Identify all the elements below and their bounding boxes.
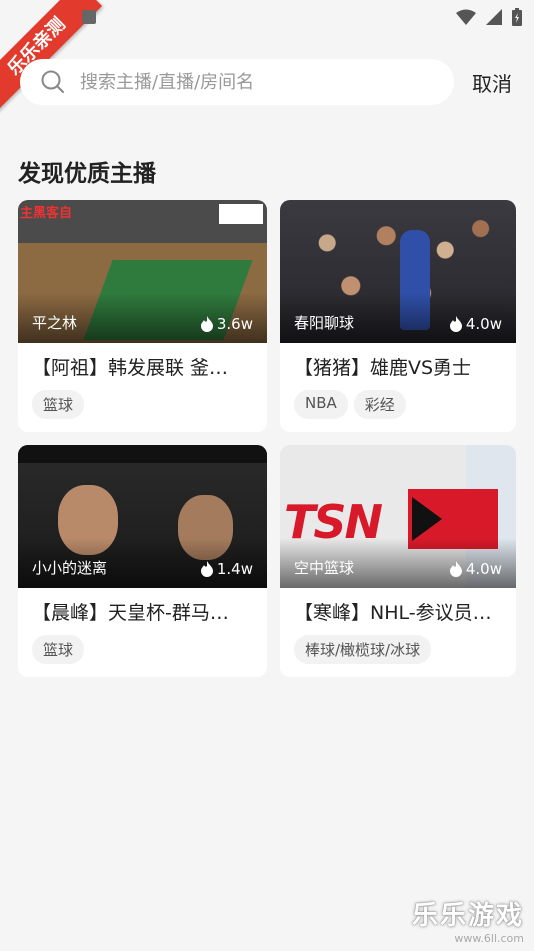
stream-title: 【猪猪】雄鹿VS勇士 [294, 357, 472, 379]
category-tag[interactable]: 篮球 [32, 635, 85, 664]
view-count: 4.0w [449, 560, 502, 578]
view-count: 4.0w [449, 315, 502, 333]
view-count-text: 4.0w [465, 315, 502, 333]
streamer-name: 空中篮球 [294, 559, 355, 577]
streamer-name: 平之林 [32, 314, 78, 332]
stream-title: 【寒峰】NHL-参议员… [294, 602, 492, 624]
wifi-icon [456, 9, 476, 25]
category-tag[interactable]: 棒球/橄榄球/冰球 [294, 635, 432, 664]
thumbnail-logo [219, 204, 263, 224]
search-icon [41, 70, 64, 93]
battery-icon [512, 8, 522, 26]
section-title: 发现优质主播 [18, 161, 156, 187]
streamer-card[interactable]: TSN 空中篮球 4.0w 【寒峰】NHL-参议员… 棒球/橄榄球/冰球 [280, 445, 516, 677]
streamer-card[interactable]: 小小的迷离 1.4w 【晨峰】天皇杯-群马… 篮球 [18, 445, 267, 677]
tag-list: 篮球 [32, 635, 253, 664]
stream-thumbnail: 春阳聊球 4.0w [280, 200, 516, 343]
view-count: 1.4w [200, 560, 253, 578]
stream-title: 【晨峰】天皇杯-群马… [32, 602, 229, 624]
notification-app-icon [82, 10, 96, 24]
view-count-text: 4.0w [465, 560, 502, 578]
fire-icon [449, 561, 462, 577]
tag-list: NBA 彩经 [294, 390, 502, 419]
category-tag[interactable]: 篮球 [32, 390, 85, 419]
tag-list: 篮球 [32, 390, 253, 419]
stream-thumbnail: 小小的迷离 1.4w [18, 445, 267, 588]
signal-icon [486, 9, 502, 25]
stream-thumbnail: TSN 空中篮球 4.0w [280, 445, 516, 588]
fire-icon [200, 316, 213, 332]
cancel-button[interactable]: 取消 [472, 68, 512, 97]
view-count: 3.6w [200, 315, 253, 333]
streamer-name: 春阳聊球 [294, 314, 355, 332]
status-bar: 乐乐亲测 [0, 0, 534, 113]
watermark: 乐乐游戏 www.6ll.com [412, 895, 524, 945]
status-icons [456, 8, 522, 26]
streamer-card[interactable]: 主黑客自 平之林 3.6w 【阿祖】韩发展联 釜… 篮球 [18, 200, 267, 432]
streamer-card[interactable]: 春阳聊球 4.0w 【猪猪】雄鹿VS勇士 NBA 彩经 [280, 200, 516, 432]
streamer-name: 小小的迷离 [32, 559, 108, 577]
stream-title: 【阿祖】韩发展联 釜… [32, 357, 229, 379]
category-tag[interactable]: 彩经 [353, 390, 406, 419]
tag-list: 棒球/橄榄球/冰球 [294, 635, 502, 664]
thumbnail-overlay-text: 主黑客自 [20, 206, 73, 221]
fire-icon [200, 561, 213, 577]
fire-icon [449, 316, 462, 332]
search-input[interactable] [78, 70, 442, 94]
view-count-text: 3.6w [216, 315, 253, 333]
search-bar[interactable] [20, 59, 454, 105]
watermark-main: 乐乐游戏 [411, 901, 524, 931]
watermark-sub: www.6ll.com [454, 932, 524, 945]
category-tag[interactable]: NBA [294, 390, 348, 419]
stream-thumbnail: 主黑客自 平之林 3.6w [18, 200, 267, 343]
view-count-text: 1.4w [216, 560, 253, 578]
